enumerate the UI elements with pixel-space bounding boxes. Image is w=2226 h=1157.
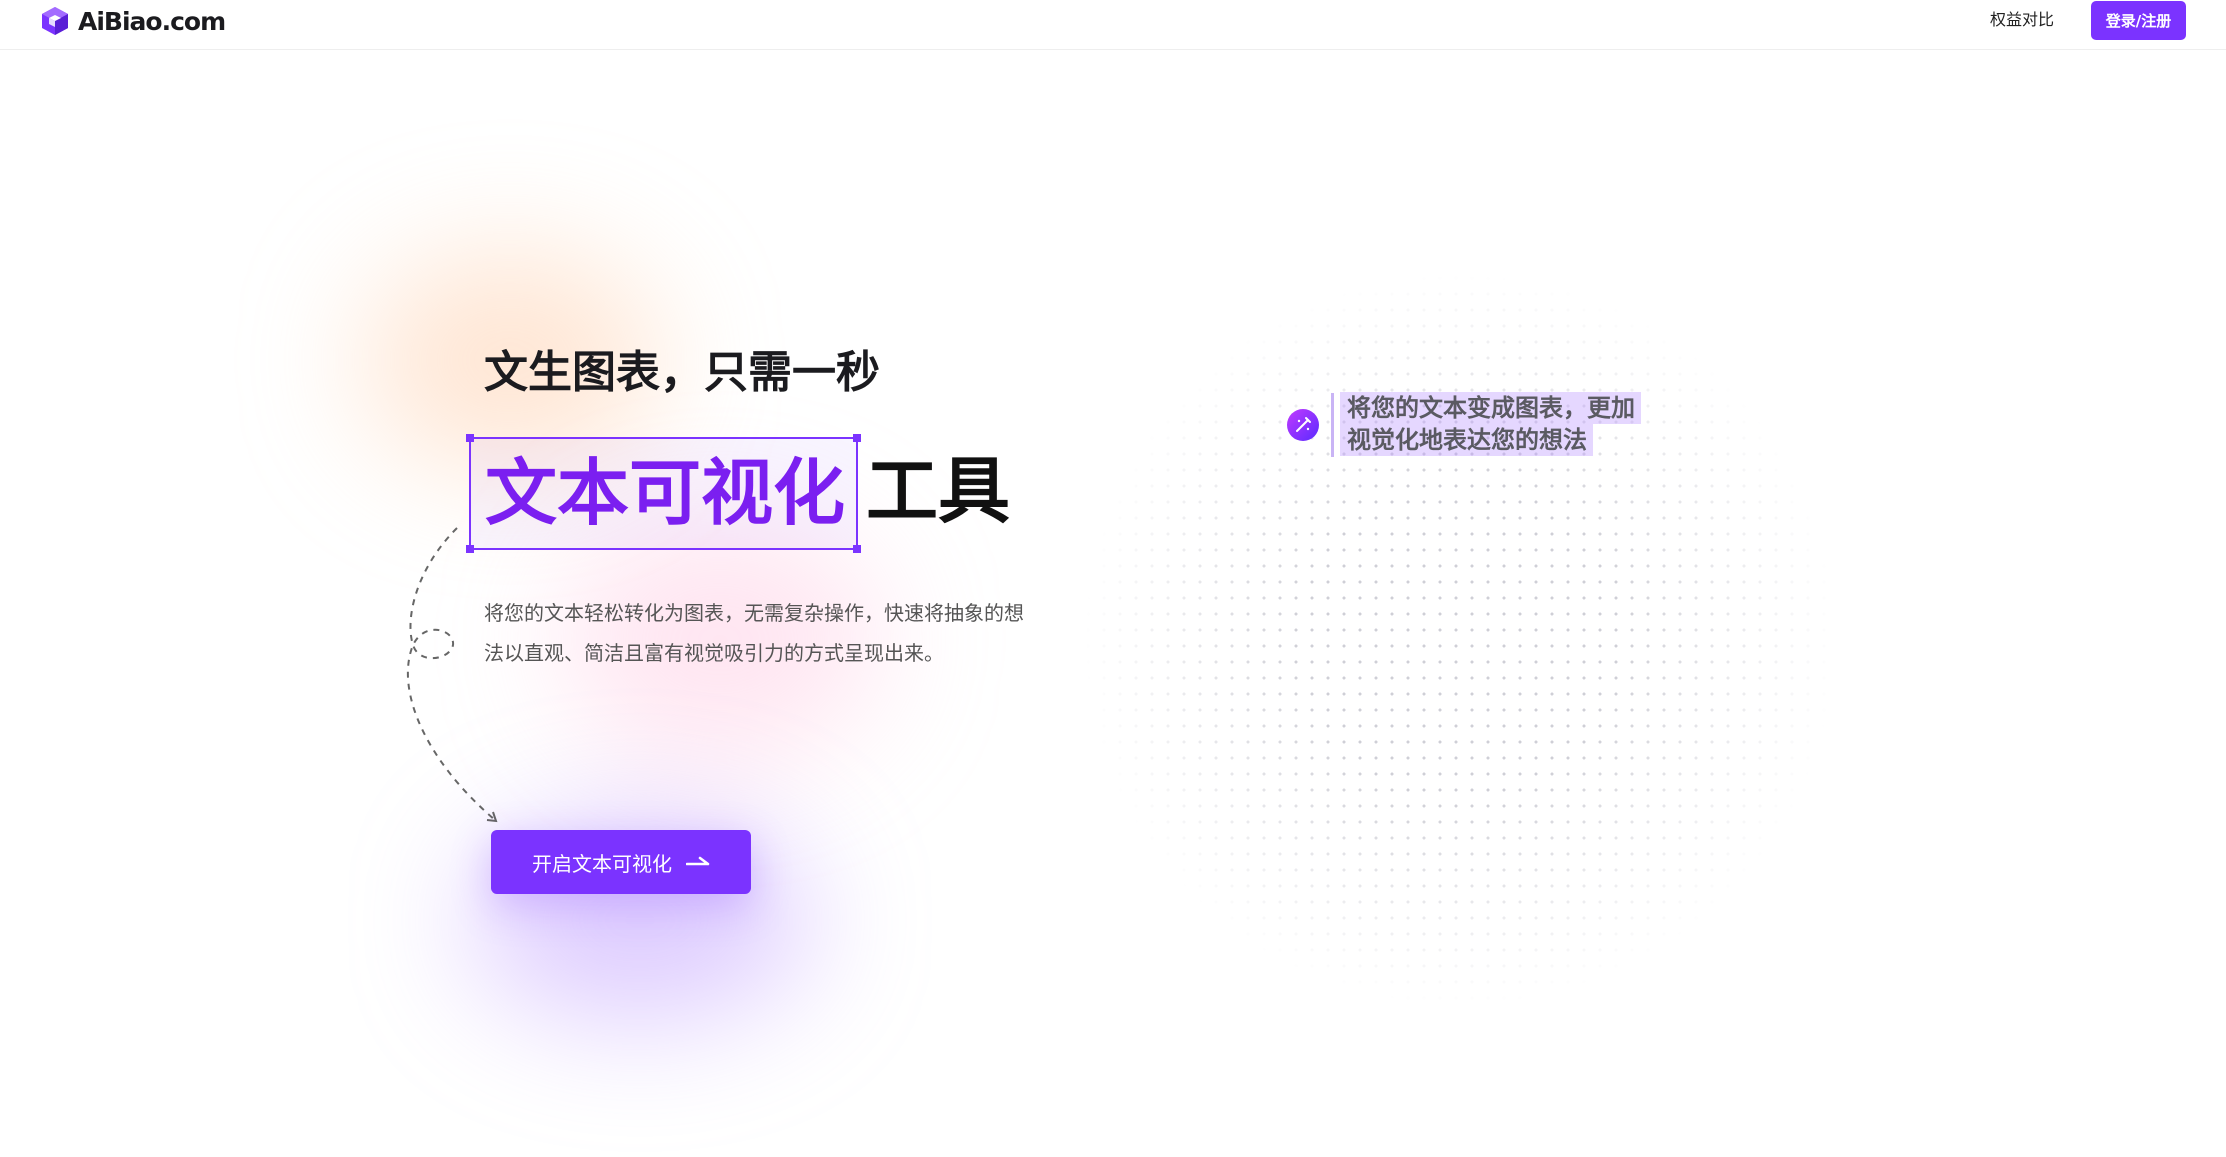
selection-handle	[853, 434, 861, 442]
cta-label: 开启文本可视化	[532, 851, 672, 876]
preview-line-2: 视觉化地表达您的想法	[1340, 424, 1593, 456]
selection-handle	[853, 545, 861, 553]
magic-wand-icon	[1287, 409, 1319, 441]
logo-cube-icon	[42, 7, 68, 35]
start-visualization-button[interactable]: 开启文本可视化	[491, 830, 751, 894]
hero-subtitle: 文生图表，只需一秒	[484, 347, 880, 398]
dot-grid-background	[1080, 270, 1840, 1010]
nav-benefits-compare[interactable]: 权益对比	[1990, 8, 2054, 32]
dashed-arrow-curve	[406, 527, 498, 823]
text-cursor-bar	[1331, 393, 1334, 457]
hero-title-tail: 工具	[866, 449, 1011, 533]
arrow-right-icon	[686, 856, 710, 866]
hero-highlight-title: 文本可视化	[485, 451, 846, 535]
login-register-button[interactable]: 登录/注册	[2091, 1, 2186, 40]
highlight-selection-box: 文本可视化	[466, 434, 861, 553]
preview-typing-text: 将您的文本变成图表，更加 视觉化地表达您的想法	[1340, 392, 1670, 456]
hero-description: 将您的文本轻松转化为图表，无需复杂操作，快速将抽象的想法以直观、简洁且富有视觉吸…	[484, 601, 1024, 665]
preview-line-1: 将您的文本变成图表，更加	[1340, 392, 1641, 424]
selection-handle	[466, 434, 474, 442]
top-header: AiBiao.com 权益对比 登录/注册	[0, 0, 2226, 50]
logo-text: AiBiao.com	[78, 6, 226, 36]
logo[interactable]: AiBiao.com	[40, 4, 226, 38]
